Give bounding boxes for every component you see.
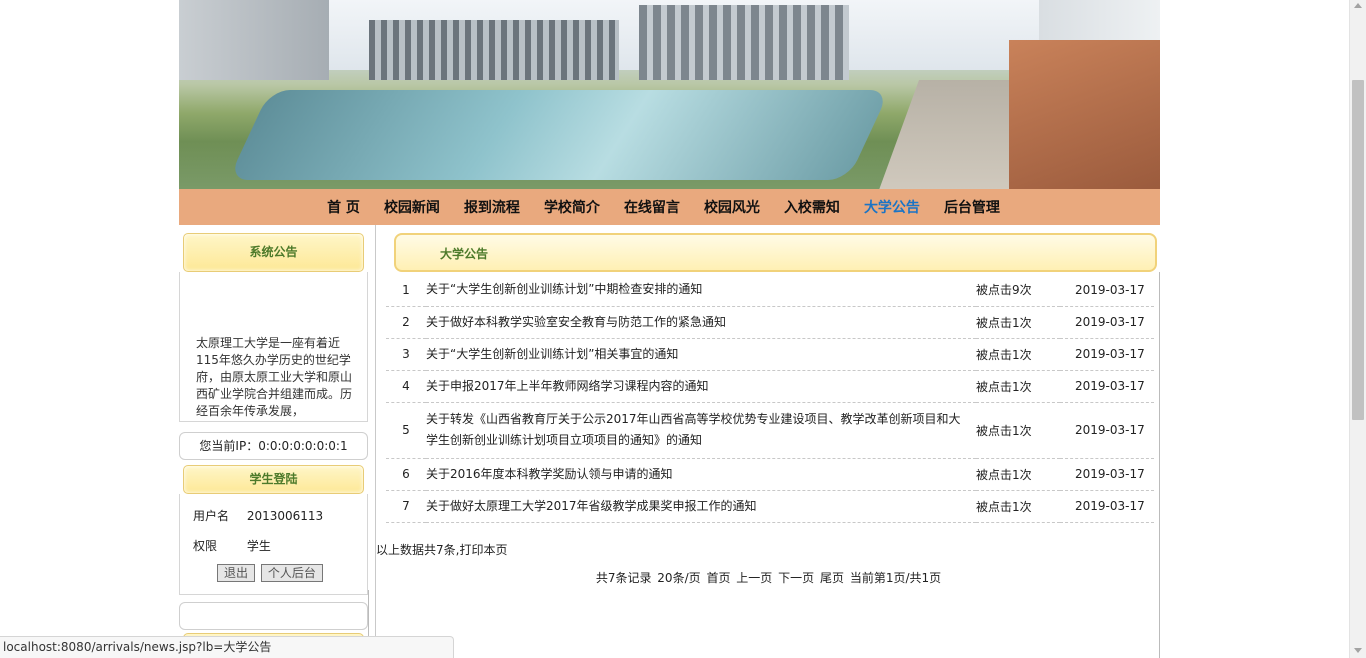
empty-panel bbox=[179, 602, 368, 630]
summary-line: 以上数据共7条,打印本页 bbox=[376, 541, 507, 558]
page-container: 首 页 校园新闻 报到流程 学校简介 在线留言 校园风光 入校需知 大学公告 后… bbox=[179, 0, 1160, 658]
pager-next[interactable]: 下一页 bbox=[778, 571, 814, 585]
system-notice-text: 太原理工大学是一座有着近115年悠久办学历史的世纪学府，由原太原工业大学和原山西… bbox=[196, 336, 353, 418]
sidebar: 系统公告 太原理工大学是一座有着近115年悠久办学历史的世纪学府，由原太原工业大… bbox=[179, 225, 369, 658]
role-row: 权限 学生 bbox=[193, 537, 271, 554]
pagination: 共7条记录 20条/页 首页 上一页 下一页 尾页 当前第1页/共1页 bbox=[376, 569, 1161, 586]
publish-date: 2019-03-17 bbox=[1060, 370, 1154, 403]
cell-title: 关于转发《山西省教育厅关于公示2017年山西省高等学校优势专业建设项目、教学改革… bbox=[426, 402, 976, 459]
login-buttons: 退出 个人后台 bbox=[217, 564, 325, 582]
announcement-row: 2 关于做好本科教学实验室安全教育与防范工作的紧急通知 被点击1次 2019-03-1… bbox=[386, 306, 1154, 339]
publish-date: 2019-03-17 bbox=[1060, 306, 1154, 339]
row-number: 5 bbox=[386, 402, 426, 459]
nav-admin[interactable]: 后台管理 bbox=[944, 197, 1000, 217]
click-count: 被点击9次 bbox=[976, 274, 1060, 307]
student-login-header: 学生登陆 bbox=[183, 465, 364, 494]
announcement-row: 1 关于“大学生创新创业训练计划”中期检查安排的通知 被点击9次 2019-03-17 bbox=[386, 274, 1154, 307]
publish-date: 2019-03-17 bbox=[1060, 458, 1154, 491]
page-scrollbar[interactable] bbox=[1349, 0, 1366, 658]
row-number: 1 bbox=[386, 274, 426, 307]
browser-status-bar: localhost:8080/arrivals/news.jsp?lb=大学公告 bbox=[0, 636, 454, 658]
announcements-header: 大学公告 bbox=[394, 233, 1157, 272]
announcement-title-link[interactable]: 关于转发《山西省教育厅关于公示2017年山西省高等学校优势专业建设项目、教学改革… bbox=[426, 412, 961, 447]
nav-campus-scenery[interactable]: 校园风光 bbox=[704, 197, 760, 217]
nav-campus-news[interactable]: 校园新闻 bbox=[384, 197, 440, 217]
cell-title: 关于“大学生创新创业训练计划”中期检查安排的通知 bbox=[426, 274, 976, 307]
main-nav: 首 页 校园新闻 报到流程 学校简介 在线留言 校园风光 入校需知 大学公告 后… bbox=[179, 189, 1160, 225]
ip-display: 您当前IP：0:0:0:0:0:0:0:1 bbox=[179, 432, 368, 460]
pager-per-page: 20条/页 bbox=[657, 571, 701, 585]
cell-title: 关于2016年度本科教学奖励认领与申请的通知 bbox=[426, 458, 976, 491]
click-count: 被点击1次 bbox=[976, 370, 1060, 403]
row-number: 6 bbox=[386, 458, 426, 491]
role-value: 学生 bbox=[246, 539, 271, 553]
cell-title: 关于申报2017年上半年教师网络学习课程内容的通知 bbox=[426, 370, 976, 403]
cell-title: 关于“大学生创新创业训练计划”相关事宜的通知 bbox=[426, 338, 976, 371]
username-label: 用户名 bbox=[193, 509, 230, 523]
click-count: 被点击1次 bbox=[976, 490, 1060, 523]
pager-current: 当前第1页/共1页 bbox=[849, 571, 942, 585]
nav-university-announcements[interactable]: 大学公告 bbox=[864, 197, 920, 217]
announcement-title-link[interactable]: 关于做好本科教学实验室安全教育与防范工作的紧急通知 bbox=[426, 315, 726, 329]
pager-prev[interactable]: 上一页 bbox=[736, 571, 772, 585]
role-label: 权限 bbox=[193, 539, 218, 553]
system-notice-box: 太原理工大学是一座有着近115年悠久办学历史的世纪学府，由原太原工业大学和原山西… bbox=[179, 272, 368, 422]
click-count: 被点击1次 bbox=[976, 306, 1060, 339]
scroll-down-arrow-icon[interactable] bbox=[1354, 648, 1362, 653]
row-number: 2 bbox=[386, 306, 426, 339]
announcement-row: 4 关于申报2017年上半年教师网络学习课程内容的通知 被点击1次 2019-03-1… bbox=[386, 370, 1154, 403]
scroll-thumb[interactable] bbox=[1352, 80, 1364, 420]
banner-building bbox=[369, 20, 619, 80]
username-value: 2013006113 bbox=[246, 509, 324, 523]
row-number: 4 bbox=[386, 370, 426, 403]
username-row: 用户名 2013006113 bbox=[193, 507, 323, 524]
nav-home[interactable]: 首 页 bbox=[327, 197, 360, 217]
announcement-row: 3 关于“大学生创新创业训练计划”相关事宜的通知 被点击1次 2019-03-17 bbox=[386, 338, 1154, 371]
announcement-row: 5 关于转发《山西省教育厅关于公示2017年山西省高等学校优势专业建设项目、教学改… bbox=[386, 402, 1154, 459]
announcement-title-link[interactable]: 关于2016年度本科教学奖励认领与申请的通知 bbox=[426, 467, 673, 481]
cell-title: 关于做好本科教学实验室安全教育与防范工作的紧急通知 bbox=[426, 306, 976, 339]
campus-banner-image bbox=[179, 0, 1160, 189]
announcement-title-link[interactable]: 关于“大学生创新创业训练计划”相关事宜的通知 bbox=[426, 347, 678, 361]
row-number: 7 bbox=[386, 490, 426, 523]
logout-button[interactable]: 退出 bbox=[217, 564, 256, 582]
announcement-title-link[interactable]: 关于做好太原理工大学2017年省级教学成果奖申报工作的通知 bbox=[426, 499, 757, 513]
click-count: 被点击1次 bbox=[976, 458, 1060, 491]
banner-stream bbox=[228, 90, 890, 180]
print-link[interactable]: 打印本页 bbox=[459, 543, 507, 557]
nav-registration-process[interactable]: 报到流程 bbox=[464, 197, 520, 217]
nav-school-intro[interactable]: 学校简介 bbox=[544, 197, 600, 217]
announcement-row: 6 关于2016年度本科教学奖励认领与申请的通知 被点击1次 2019-03-17 bbox=[386, 458, 1154, 491]
student-login-box: 用户名 2013006113 权限 学生 退出 个人后台 bbox=[179, 494, 368, 595]
nav-online-message[interactable]: 在线留言 bbox=[624, 197, 680, 217]
banner-deck bbox=[1009, 40, 1160, 189]
pager-last[interactable]: 尾页 bbox=[820, 571, 844, 585]
row-number: 3 bbox=[386, 338, 426, 371]
personal-backend-button[interactable]: 个人后台 bbox=[260, 564, 323, 582]
publish-date: 2019-03-17 bbox=[1060, 338, 1154, 371]
announcement-row: 7 关于做好太原理工大学2017年省级教学成果奖申报工作的通知 被点击1次 2019-… bbox=[386, 490, 1154, 523]
main-content: 大学公告 1 关于“大学生创新创业训练计划”中期检查安排的通知 被点击9次 2019-… bbox=[375, 225, 1160, 658]
announcement-title-link[interactable]: 关于申报2017年上半年教师网络学习课程内容的通知 bbox=[426, 379, 709, 393]
summary-text: 以上数据共7条, bbox=[376, 543, 460, 557]
announcement-title-link[interactable]: 关于“大学生创新创业训练计划”中期检查安排的通知 bbox=[426, 282, 702, 296]
scroll-up-arrow-icon[interactable] bbox=[1354, 3, 1362, 8]
nav-enrollment-notice[interactable]: 入校需知 bbox=[784, 197, 840, 217]
pager-total: 共7条记录 bbox=[595, 571, 652, 585]
publish-date: 2019-03-17 bbox=[1060, 274, 1154, 307]
publish-date: 2019-03-17 bbox=[1060, 402, 1154, 459]
click-count: 被点击1次 bbox=[976, 338, 1060, 371]
announcements-title: 大学公告 bbox=[440, 247, 489, 261]
publish-date: 2019-03-17 bbox=[1060, 490, 1154, 523]
banner-building bbox=[179, 0, 329, 80]
banner-building bbox=[639, 5, 849, 80]
pager-first[interactable]: 首页 bbox=[706, 571, 730, 585]
click-count: 被点击1次 bbox=[976, 402, 1060, 459]
cell-title: 关于做好太原理工大学2017年省级教学成果奖申报工作的通知 bbox=[426, 490, 976, 523]
system-notice-header: 系统公告 bbox=[183, 233, 364, 272]
main-divider bbox=[1159, 272, 1160, 658]
announcements-table: 1 关于“大学生创新创业训练计划”中期检查安排的通知 被点击9次 2019-03-17… bbox=[386, 274, 1154, 523]
